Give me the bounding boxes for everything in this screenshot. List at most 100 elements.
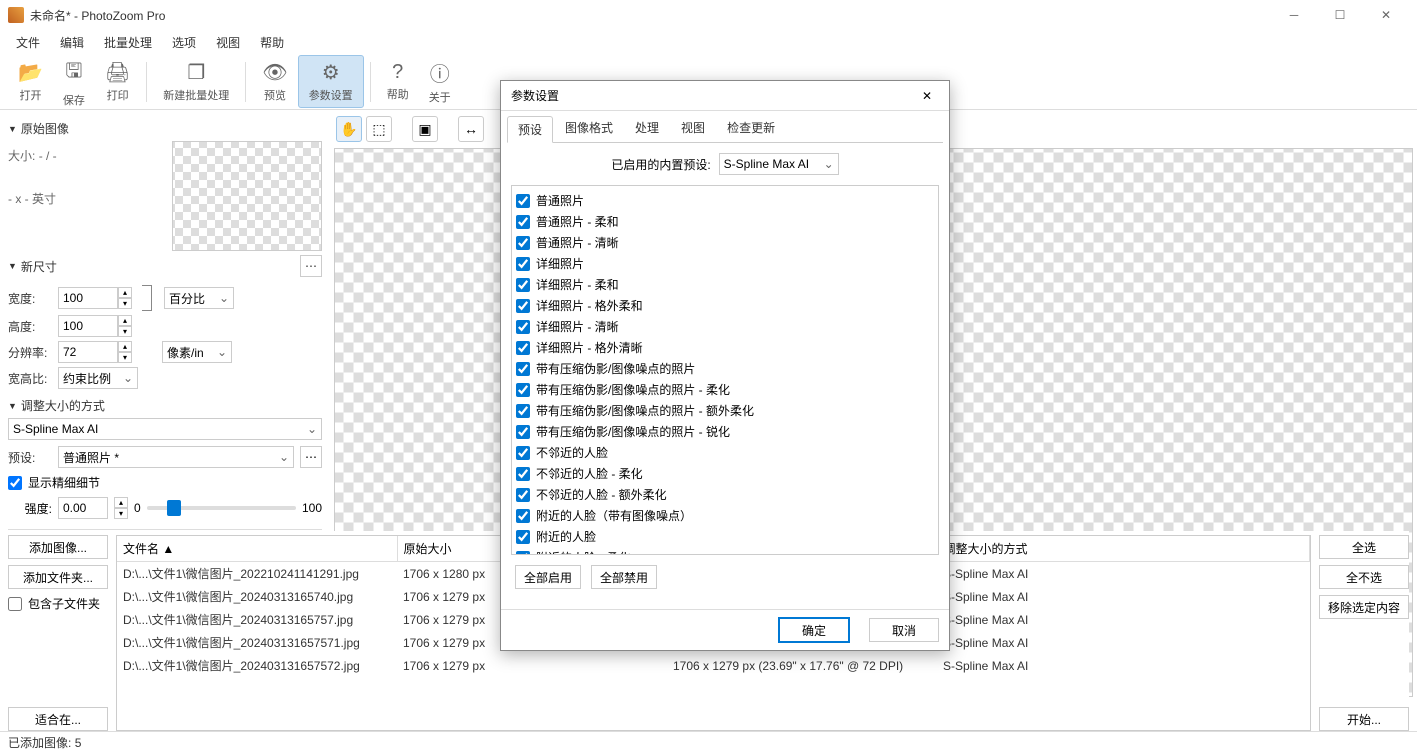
table-row[interactable]: D:\...\文件1\微信图片_202403131657572.jpg1706 … (117, 654, 1310, 677)
close-button[interactable]: ✕ (1363, 0, 1409, 30)
fit-button[interactable]: 适合在... (8, 707, 108, 731)
preset-checkbox[interactable] (516, 257, 530, 271)
res-unit-combo[interactable]: 像素/in (162, 341, 232, 363)
preset-combo[interactable]: 普通照片 * (58, 446, 294, 468)
preset-item[interactable]: 详细照片 - 格外清晰 (516, 337, 934, 358)
toolbar-帮助[interactable]: ?帮助 (377, 57, 419, 106)
preset-checkbox[interactable] (516, 362, 530, 376)
preset-checkbox[interactable] (516, 194, 530, 208)
preset-checkbox[interactable] (516, 278, 530, 292)
preset-item[interactable]: 普通照片 (516, 190, 934, 211)
method-combo[interactable]: S-Spline Max AI (8, 418, 322, 440)
spin-up[interactable]: ▴ (118, 287, 132, 298)
statusbar: 已添加图像: 5 (0, 731, 1417, 753)
preset-item[interactable]: 带有压缩伪影/图像噪点的照片 (516, 358, 934, 379)
select-none-button[interactable]: 全不选 (1319, 565, 1409, 589)
preset-item[interactable]: 不邻近的人脸 - 柔化 (516, 463, 934, 484)
disable-all-button[interactable]: 全部禁用 (591, 565, 657, 589)
preset-item[interactable]: 带有压缩伪影/图像噪点的照片 - 锐化 (516, 421, 934, 442)
res-input[interactable] (58, 341, 118, 363)
dialog-tab-4[interactable]: 检查更新 (717, 115, 785, 142)
menu-help[interactable]: 帮助 (252, 32, 292, 53)
preset-checkbox[interactable] (516, 446, 530, 460)
add-folder-button[interactable]: 添加文件夹... (8, 565, 108, 589)
ok-button[interactable]: 确定 (779, 618, 849, 642)
cancel-button[interactable]: 取消 (869, 618, 939, 642)
preset-checkbox[interactable] (516, 236, 530, 250)
section-original[interactable]: 原始图像 (8, 116, 322, 141)
toolbar-关于[interactable]: ⓘ关于 (419, 54, 461, 109)
enabled-preset-combo[interactable]: S-Spline Max AI (719, 153, 839, 175)
section-resize[interactable]: 调整大小的方式 (8, 393, 322, 418)
preset-item[interactable]: 带有压缩伪影/图像噪点的照片 - 额外柔化 (516, 400, 934, 421)
preset-item[interactable]: 附近的人脸 - 柔化 (516, 547, 934, 555)
add-image-button[interactable]: 添加图像... (8, 535, 108, 559)
preset-checkbox[interactable] (516, 383, 530, 397)
spin-down[interactable]: ▾ (118, 298, 132, 309)
section-newsize[interactable]: 新尺寸 ⋯ (8, 251, 322, 281)
menu-batch[interactable]: 批量处理 (96, 32, 160, 53)
preset-item[interactable]: 带有压缩伪影/图像噪点的照片 - 柔化 (516, 379, 934, 400)
crop-tool-button[interactable]: ▣ (412, 116, 438, 142)
unit-width-combo[interactable]: 百分比 (164, 287, 234, 309)
preset-more-button[interactable]: ⋯ (300, 446, 322, 468)
start-button[interactable]: 开始... (1319, 707, 1409, 731)
preset-checkbox[interactable] (516, 299, 530, 313)
strength-slider[interactable] (147, 506, 296, 510)
preset-checkbox[interactable] (516, 530, 530, 544)
preset-item[interactable]: 不邻近的人脸 (516, 442, 934, 463)
preset-item[interactable]: 普通照片 - 柔和 (516, 211, 934, 232)
preset-checkbox[interactable] (516, 320, 530, 334)
toolbar-打开[interactable]: 📂打开 (8, 56, 53, 107)
newsize-more-button[interactable]: ⋯ (300, 255, 322, 277)
preset-checkbox[interactable] (516, 404, 530, 418)
select-all-button[interactable]: 全选 (1319, 535, 1409, 559)
preset-list[interactable]: 普通照片普通照片 - 柔和普通照片 - 清晰详细照片详细照片 - 柔和详细照片 … (511, 185, 939, 555)
dialog-tab-3[interactable]: 视图 (671, 115, 715, 142)
col-method[interactable]: 调整大小的方式 (937, 536, 1310, 562)
width-input[interactable] (58, 287, 118, 309)
menu-view[interactable]: 视图 (208, 32, 248, 53)
preset-item[interactable]: 不邻近的人脸 - 额外柔化 (516, 484, 934, 505)
preset-item[interactable]: 详细照片 - 清晰 (516, 316, 934, 337)
toolbar-新建批量处理[interactable]: ❐新建批量处理 (153, 56, 239, 107)
preset-checkbox[interactable] (516, 509, 530, 523)
enable-all-button[interactable]: 全部启用 (515, 565, 581, 589)
height-input[interactable] (58, 315, 118, 337)
dialog-tab-0[interactable]: 预设 (507, 116, 553, 143)
col-file[interactable]: 文件名 ▲ (117, 536, 397, 562)
toolbar-保存[interactable]: 🖫保存 (53, 52, 95, 112)
show-detail-checkbox[interactable] (8, 476, 22, 490)
hand-tool-button[interactable]: ✋ (336, 116, 362, 142)
remove-selected-button[interactable]: 移除选定内容 (1319, 595, 1409, 619)
preset-checkbox[interactable] (516, 425, 530, 439)
preset-checkbox[interactable] (516, 488, 530, 502)
dialog-tab-2[interactable]: 处理 (625, 115, 669, 142)
preset-item[interactable]: 普通照片 - 清晰 (516, 232, 934, 253)
menu-edit[interactable]: 编辑 (52, 32, 92, 53)
toolbar-预览[interactable]: 👁预览 (252, 56, 297, 107)
lock-icon[interactable] (142, 285, 152, 311)
preset-item[interactable]: 详细照片 - 柔和 (516, 274, 934, 295)
toolbar-参数设置[interactable]: ⚙参数设置 (298, 55, 364, 108)
preset-checkbox[interactable] (516, 467, 530, 481)
minimize-button[interactable]: ─ (1271, 0, 1317, 30)
flip-h-button[interactable]: ↔ (458, 116, 484, 142)
subfolders-checkbox[interactable] (8, 597, 22, 611)
preset-checkbox[interactable] (516, 341, 530, 355)
toolbar-打印[interactable]: 🖨打印 (95, 56, 140, 107)
preset-item[interactable]: 详细照片 (516, 253, 934, 274)
dialog-tab-1[interactable]: 图像格式 (555, 115, 623, 142)
preset-checkbox[interactable] (516, 215, 530, 229)
menu-file[interactable]: 文件 (8, 32, 48, 53)
size-value: - / - (39, 149, 57, 163)
maximize-button[interactable]: ☐ (1317, 0, 1363, 30)
preset-item[interactable]: 详细照片 - 格外柔和 (516, 295, 934, 316)
preset-item[interactable]: 附近的人脸（带有图像噪点） (516, 505, 934, 526)
preset-item[interactable]: 附近的人脸 (516, 526, 934, 547)
strength-input[interactable] (58, 497, 108, 519)
dialog-close-button[interactable]: ✕ (915, 84, 939, 108)
menu-options[interactable]: 选项 (164, 32, 204, 53)
aspect-combo[interactable]: 约束比例 (58, 367, 138, 389)
marquee-tool-button[interactable]: ⬚ (366, 116, 392, 142)
